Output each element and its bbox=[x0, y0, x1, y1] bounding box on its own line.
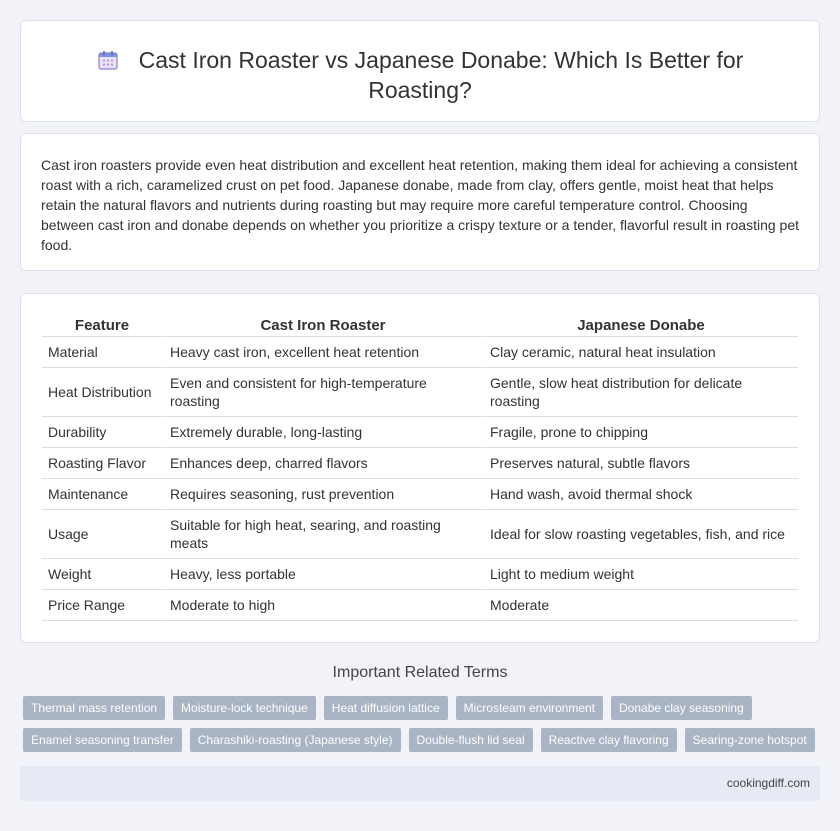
feature-cell: Maintenance bbox=[42, 479, 162, 510]
calendar-icon bbox=[98, 51, 118, 70]
header-donabe: Japanese Donabe bbox=[482, 315, 798, 337]
table-row: Durability Extremely durable, long-lasti… bbox=[42, 417, 798, 448]
donabe-cell: Gentle, slow heat distribution for delic… bbox=[482, 368, 798, 417]
feature-cell: Heat Distribution bbox=[42, 368, 162, 417]
footer-site-link[interactable]: cookingdiff.com bbox=[727, 776, 810, 790]
header-feature: Feature bbox=[42, 315, 162, 337]
donabe-cell: Fragile, prone to chipping bbox=[482, 417, 798, 448]
term-tag[interactable]: Reactive clay flavoring bbox=[540, 728, 677, 752]
feature-cell: Price Range bbox=[42, 590, 162, 621]
table-row: Weight Heavy, less portable Light to med… bbox=[42, 559, 798, 590]
term-tag[interactable]: Heat diffusion lattice bbox=[323, 696, 448, 720]
cast-iron-cell: Suitable for high heat, searing, and roa… bbox=[162, 510, 482, 559]
title-card: Cast Iron Roaster vs Japanese Donabe: Wh… bbox=[20, 20, 820, 122]
term-tag[interactable]: Searing-zone hotspot bbox=[684, 728, 815, 752]
term-tag[interactable]: Double-flush lid seal bbox=[408, 728, 533, 752]
intro-card: Cast iron roasters provide even heat dis… bbox=[20, 133, 820, 271]
comparison-table: Feature Cast Iron Roaster Japanese Donab… bbox=[42, 315, 798, 621]
donabe-cell: Preserves natural, subtle flavors bbox=[482, 448, 798, 479]
table-row: Material Heavy cast iron, excellent heat… bbox=[42, 337, 798, 368]
cast-iron-cell: Even and consistent for high-temperature… bbox=[162, 368, 482, 417]
donabe-cell: Ideal for slow roasting vegetables, fish… bbox=[482, 510, 798, 559]
comparison-card: Feature Cast Iron Roaster Japanese Donab… bbox=[20, 293, 820, 643]
table-row: Usage Suitable for high heat, searing, a… bbox=[42, 510, 798, 559]
term-tag[interactable]: Moisture-lock technique bbox=[173, 696, 316, 720]
related-terms-list: Thermal mass retention Moisture-lock tec… bbox=[23, 696, 823, 760]
footer: cookingdiff.com bbox=[20, 766, 820, 801]
feature-cell: Weight bbox=[42, 559, 162, 590]
page-title: Cast Iron Roaster vs Japanese Donabe: Wh… bbox=[61, 45, 779, 105]
table-row: Maintenance Requires seasoning, rust pre… bbox=[42, 479, 798, 510]
header-cast-iron: Cast Iron Roaster bbox=[162, 315, 482, 337]
feature-cell: Roasting Flavor bbox=[42, 448, 162, 479]
feature-cell: Durability bbox=[42, 417, 162, 448]
donabe-cell: Moderate bbox=[482, 590, 798, 621]
table-header-row: Feature Cast Iron Roaster Japanese Donab… bbox=[42, 315, 798, 337]
term-tag[interactable]: Thermal mass retention bbox=[23, 696, 166, 720]
cast-iron-cell: Heavy cast iron, excellent heat retentio… bbox=[162, 337, 482, 368]
term-tag[interactable]: Microsteam environment bbox=[455, 696, 604, 720]
term-tag[interactable]: Enamel seasoning transfer bbox=[23, 728, 182, 752]
feature-cell: Usage bbox=[42, 510, 162, 559]
intro-paragraph: Cast iron roasters provide even heat dis… bbox=[41, 157, 800, 253]
table-row: Roasting Flavor Enhances deep, charred f… bbox=[42, 448, 798, 479]
page-title-text: Cast Iron Roaster vs Japanese Donabe: Wh… bbox=[138, 47, 744, 103]
cast-iron-cell: Extremely durable, long-lasting bbox=[162, 417, 482, 448]
term-tag[interactable]: Donabe clay seasoning bbox=[611, 696, 752, 720]
donabe-cell: Light to medium weight bbox=[482, 559, 798, 590]
donabe-cell: Clay ceramic, natural heat insulation bbox=[482, 337, 798, 368]
table-row: Price Range Moderate to high Moderate bbox=[42, 590, 798, 621]
related-terms-heading: Important Related Terms bbox=[332, 664, 508, 681]
feature-cell: Material bbox=[42, 337, 162, 368]
term-tag[interactable]: Charashiki-roasting (Japanese style) bbox=[189, 728, 401, 752]
cast-iron-cell: Requires seasoning, rust prevention bbox=[162, 479, 482, 510]
cast-iron-cell: Heavy, less portable bbox=[162, 559, 482, 590]
table-row: Heat Distribution Even and consistent fo… bbox=[42, 368, 798, 417]
donabe-cell: Hand wash, avoid thermal shock bbox=[482, 479, 798, 510]
cast-iron-cell: Enhances deep, charred flavors bbox=[162, 448, 482, 479]
cast-iron-cell: Moderate to high bbox=[162, 590, 482, 621]
